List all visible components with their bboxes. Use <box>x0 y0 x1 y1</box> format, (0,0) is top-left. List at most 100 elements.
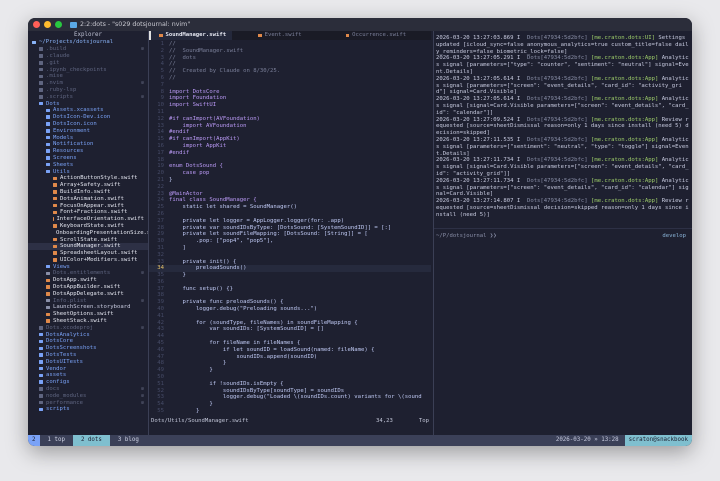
tree-item[interactable]: SoundManager.swift <box>28 242 148 250</box>
log-category: [me.craton.dots:App] <box>590 96 659 103</box>
line-number: 4 <box>160 61 164 68</box>
tree-item[interactable]: Models <box>28 134 148 141</box>
tree-item[interactable]: Assets.xcassets <box>28 107 148 114</box>
tree-item[interactable]: Dots.entitlements ⊘ <box>28 270 148 277</box>
tree-item[interactable]: LaunchScreen.storyboard <box>28 304 148 311</box>
code-line: 24 final class SoundManager { <box>149 197 431 204</box>
tree-item[interactable]: Vendor <box>28 365 148 372</box>
tree-item[interactable]: Resources <box>28 148 148 155</box>
tree-item[interactable]: .scripts ⊘ <box>28 93 148 100</box>
code-line: 45 for fileName in fileNames { <box>149 340 431 347</box>
tree-item[interactable]: DotsAnimation.swift <box>28 195 148 202</box>
folder-icon <box>46 122 50 126</box>
tree-item[interactable]: DotsApp.swift <box>28 277 148 284</box>
tree-item[interactable]: DotsUITests <box>28 358 148 365</box>
tree-item[interactable]: Utils <box>28 168 148 175</box>
tree-item[interactable]: Sheets <box>28 161 148 168</box>
tree-item[interactable]: ScrollState.swift <box>28 236 148 243</box>
tree-item[interactable]: Views <box>28 263 148 270</box>
tree-item[interactable]: Environment <box>28 127 148 134</box>
code-line: 49 } <box>149 367 431 374</box>
swift-file-icon <box>53 251 57 255</box>
tree-item[interactable]: .build ⊘ <box>28 46 148 53</box>
line-text: soundIDsByType[soundType] = soundIDs <box>169 387 345 394</box>
editor-tab[interactable]: Event.swift <box>250 31 308 40</box>
zoom-button[interactable] <box>55 21 62 28</box>
tmux-window-2[interactable]: 2 dots <box>72 435 110 446</box>
tree-item[interactable]: Dots.xcodeproj ⊘ <box>28 324 148 331</box>
tree-item-label: Resources <box>53 148 84 155</box>
tree-item[interactable]: assets <box>28 372 148 379</box>
tree-item[interactable]: Info.plist ⊘ <box>28 297 148 304</box>
shell-prompt[interactable]: ~/P/dotsjournal ❯❯ develop <box>436 233 686 239</box>
editor-tab[interactable]: Occurrence.swift <box>338 31 412 40</box>
tree-item[interactable]: DotsAnalytics <box>28 331 148 338</box>
tree-item[interactable]: SheetOptions.swift <box>28 311 148 318</box>
tree-item[interactable]: performance ⊘ <box>28 399 148 406</box>
editor-tab[interactable]: SoundManager.swift <box>149 31 233 40</box>
swift-file-icon <box>345 33 350 38</box>
tree-item[interactable]: DotsAppBuilder.swift <box>28 284 148 291</box>
terminal-pane[interactable]: 2026-03-20 13:27:03.869 I Dots[47934:5d2… <box>433 31 692 435</box>
folder-icon <box>39 366 43 371</box>
tree-item[interactable]: Font+Fractions.swift <box>28 209 148 216</box>
tmux-window-1[interactable]: 1 top <box>40 435 73 446</box>
tree-item[interactable]: .git <box>28 59 148 66</box>
tmux-window-3[interactable]: 3 blog <box>110 435 147 446</box>
tree-item[interactable]: DotsIcon-Dev.icon <box>28 114 148 121</box>
line-text: for (soundType, fileNames) in soundFileM… <box>169 319 358 326</box>
tree-item[interactable]: BuildInfo.swift <box>28 189 148 196</box>
tree-item[interactable]: scripts <box>28 406 148 413</box>
tree-item[interactable]: Screens <box>28 155 148 162</box>
tree-item[interactable]: Dots <box>28 100 148 107</box>
tree-item[interactable]: node_modules ⊘ <box>28 392 148 399</box>
tree-item[interactable]: DotsAppDelegate.swift <box>28 290 148 297</box>
folder-icon <box>46 142 50 147</box>
close-button[interactable] <box>33 21 40 28</box>
tree-item[interactable]: Array+Safety.swift <box>28 182 148 189</box>
tree-item[interactable]: DotsTests <box>28 352 148 359</box>
code-line: 36 <box>149 279 431 286</box>
tree-item[interactable]: .mise <box>28 73 148 80</box>
tree-item[interactable]: docs ⊘ <box>28 386 148 393</box>
tree-item-label: Dots.entitlements <box>53 270 111 277</box>
tree-item-label: scripts <box>46 406 70 413</box>
tree-item[interactable]: UIColor+Modifiers.swift <box>28 257 148 264</box>
tree-item[interactable]: InterfaceOrientation.swift <box>28 216 148 223</box>
tree-item[interactable]: Notification <box>28 141 148 148</box>
code-line: 1 // <box>149 41 431 48</box>
tree-item[interactable]: ActionButtonStyle.swift <box>28 175 148 182</box>
minimize-button[interactable] <box>44 21 51 28</box>
tree-item[interactable]: OnboardingPresentationSize.swift <box>28 229 148 236</box>
tree-item[interactable]: DotsCore <box>28 338 148 345</box>
line-text: import AVFoundation <box>169 122 247 129</box>
log-category: [me.craton.dots:App] <box>590 55 659 62</box>
tree-item[interactable]: KeyboardState.swift <box>28 223 148 230</box>
tree-item[interactable]: ~/Projects/dotsjournal <box>28 39 148 46</box>
tree-item[interactable]: .ruby-lsp <box>28 87 148 94</box>
terminal-window: 2:2:dots - "s029 dotsjournal: nvim" Expl… <box>28 18 692 446</box>
tree-item[interactable]: configs <box>28 379 148 386</box>
tree-item[interactable]: FocusOnAppear.swift <box>28 202 148 209</box>
tree-item[interactable]: SpreadsheetLayout.swift <box>28 250 148 257</box>
tree-item[interactable]: .claude <box>28 53 148 60</box>
code-area[interactable]: 1 // 2 // SoundManager.swift 3 // dots 4 // 5 // … <box>149 40 431 415</box>
tree-item-label: DotsIcon-Dev.icon <box>53 114 111 121</box>
tree-item-label: Font+Fractions.swift <box>60 209 128 216</box>
code-line: 26 <box>149 211 431 218</box>
code-line: 38 <box>149 292 431 299</box>
folder-icon <box>39 373 43 378</box>
tree-item[interactable]: DotsScreenshots <box>28 345 148 352</box>
tree-item[interactable]: DotsIcon.icon <box>28 121 148 128</box>
code-line: 21} <box>149 177 431 184</box>
tree-item[interactable]: .ipynb_checkpoints <box>28 66 148 73</box>
tree-item-label: Info.plist <box>53 297 87 304</box>
tab-label: Occurrence.swift <box>352 32 407 38</box>
line-number: 7 <box>160 81 164 88</box>
tree-item[interactable]: .nvim ⊘ <box>28 80 148 87</box>
line-number: 45 <box>157 340 164 347</box>
log-entry: 2026-03-20 13:27:09.524 I Dots[47934:5d2… <box>436 117 690 137</box>
code-line: 14 #endif <box>149 129 431 136</box>
tree-item[interactable]: SheetStack.swift <box>28 318 148 325</box>
folder-icon <box>39 326 43 330</box>
